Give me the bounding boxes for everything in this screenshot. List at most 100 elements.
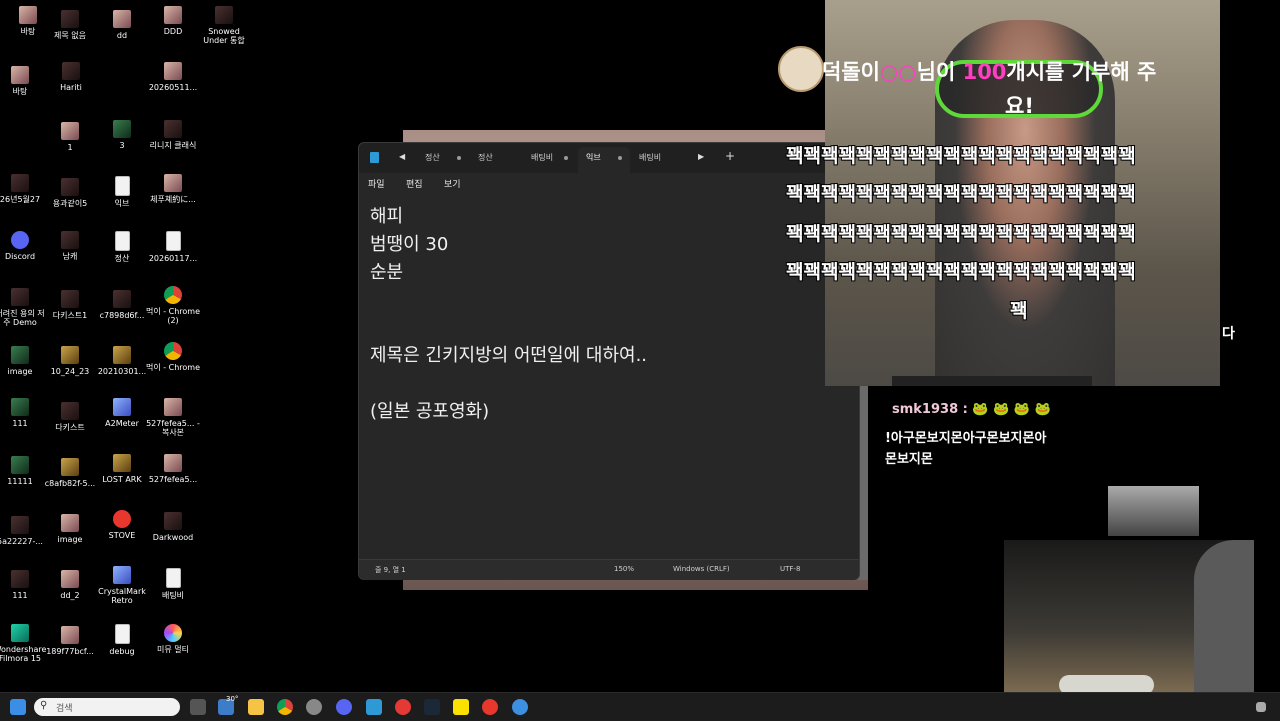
image-icon [62,62,80,80]
editor-line: 해피 [370,206,404,227]
discord-icon[interactable] [336,699,352,715]
text-editor[interactable]: 해피 범땡이 30 순분 제목은 긴키지방의 어떤일에 대하여.. (일본 공포… [359,195,859,557]
start-windows-icon[interactable] [10,699,26,715]
zoom-level[interactable]: 150% [614,565,634,573]
chat-username: smk1938 : [892,402,968,417]
image-icon [61,626,79,644]
desktop-icon[interactable]: 제목 없음 [42,10,98,40]
desktop-icon[interactable]: 먹이 - Chrome [145,342,201,372]
tab-item-active[interactable]: 익브 [586,152,601,163]
desktop-icon[interactable]: 20260117... [145,231,201,263]
search-input-placeholder: 검색 [56,704,73,714]
notification-icon[interactable] [1256,702,1266,712]
desktop-icon[interactable]: 189f77bcf... [42,626,98,656]
game-icon [164,120,182,138]
app-icon[interactable] [306,699,322,715]
desktop-icon[interactable]: Wondershare Filmora 15 [0,624,48,663]
multi-icon [164,624,182,642]
document-icon [114,624,130,644]
desktop-icon[interactable]: debug [94,624,150,656]
desktop-icon[interactable]: 527fefea5... [145,454,201,484]
steam-icon[interactable] [424,699,440,715]
image-icon [61,458,79,476]
app-icon[interactable] [512,699,528,715]
image-icon [113,346,131,364]
desktop-icon[interactable]: Hariti [43,62,99,92]
desktop-icon[interactable]: 정산 [94,231,150,263]
chrome-icon [164,286,182,304]
desktop-icon[interactable]: 10_24_23 [42,346,98,376]
desktop-icon[interactable]: CrystalMark Retro [94,566,150,605]
desktop-icon[interactable]: 527fefea5... - 복사본 [145,398,201,437]
desktop-icon[interactable]: 5a22227-... [0,516,48,546]
new-tab-plus-icon[interactable]: + [725,149,735,163]
menu-edit[interactable]: 편집 [406,177,423,190]
desktop-icon[interactable]: 11111 [0,456,48,486]
desktop-icon[interactable]: 바탕 [0,66,48,96]
desktop-icon[interactable]: dd [94,10,150,40]
taskbar-search[interactable]: ⚲ 검색 [34,698,180,716]
menu-file[interactable]: 파일 [368,177,385,190]
tab-scroll-right-icon[interactable]: ▶ [698,152,704,161]
media-player-icon[interactable] [395,699,411,715]
tab-scroll-left-icon[interactable]: ◀ [399,152,405,161]
desktop-icon[interactable]: 익브 [94,176,150,208]
file-explorer-icon[interactable] [248,699,264,715]
task-view-icon[interactable] [190,699,206,715]
desktop-icon[interactable]: c8afb82f-5... [42,458,98,488]
desktop-icon[interactable]: STOVE [94,510,150,540]
status-bar: 줄 9, 열 1 150% Windows (CRLF) UTF-8 [359,559,859,580]
search-icon: ⚲ [40,700,48,711]
desktop-icon[interactable]: LOST ARK [94,454,150,484]
desktop-icon[interactable]: 다키스트 [42,402,98,432]
menu-view[interactable]: 보기 [444,177,461,190]
image-icon [11,174,29,192]
desktop-icon[interactable]: A2Meter [94,398,150,428]
document-icon [165,231,181,251]
desktop-icon[interactable]: 배팅비 [145,568,201,600]
desktop-icon[interactable]: 20210301... [94,346,150,376]
desktop-icon[interactable]: 3 [94,120,150,150]
desktop-icon[interactable]: 26년5월27 [0,174,48,204]
desktop-icon[interactable]: 20260511... [145,62,201,92]
document-icon [114,176,130,196]
desktop-icon[interactable]: 먹이 - Chrome (2) [145,286,201,325]
desktop-icon[interactable]: 용과같이5 [42,178,98,208]
desktop-icon[interactable]: 1 [42,122,98,152]
desktop-icon[interactable]: 미뮤 멀티 [145,624,201,654]
discord-icon [11,231,29,249]
desktop-icon[interactable]: image [42,514,98,544]
desktop-icon[interactable]: DDD [145,6,201,36]
tab-item[interactable]: 배팅비 [531,152,553,163]
desktop-icon[interactable]: Darkwood [145,512,201,542]
desktop-icon[interactable]: 111 [0,570,48,600]
tab-item[interactable]: 정산 [425,152,440,163]
tab-item[interactable]: 정산 [478,152,493,163]
cursor-position: 줄 9, 열 1 [375,566,406,574]
spam-text-line: 꽥꽥꽥꽥꽥꽥꽥꽥꽥꽥꽥꽥꽥꽥꽥꽥꽥꽥꽥꽥 [786,223,1136,245]
game-icon [61,346,79,364]
chrome-icon[interactable] [277,699,293,715]
desktop-icon[interactable]: 남캐 [42,231,98,261]
line-ending[interactable]: Windows (CRLF) [673,565,730,573]
encoding[interactable]: UTF-8 [780,565,800,573]
image-icon [164,6,182,24]
image-icon [11,346,29,364]
tab-item[interactable]: 배팅비 [639,152,661,163]
image-icon [61,514,79,532]
desktop-icon[interactable]: 버려진 용의 저주 Demo [0,288,48,327]
kakaotalk-icon[interactable] [453,699,469,715]
desktop-icon[interactable]: 리니지 클래식 [145,120,201,150]
desktop-icon[interactable]: 체푸쳬約に... [145,174,201,204]
desktop-icon[interactable]: c7898d6f... [94,290,150,320]
lost-ark-icon [113,454,131,472]
stove-icon[interactable] [482,699,498,715]
desktop-icon[interactable]: Snowed Under 통합 [196,6,252,45]
desktop-icon[interactable]: 111 [0,398,48,428]
desktop-icon[interactable]: dd_2 [42,570,98,600]
desktop-icon[interactable]: image [0,346,48,376]
image-icon [61,178,79,196]
desktop-icon[interactable]: Discord [0,231,48,261]
notepad-icon[interactable] [366,699,382,715]
desktop-icon[interactable]: 다키스트1 [42,290,98,320]
